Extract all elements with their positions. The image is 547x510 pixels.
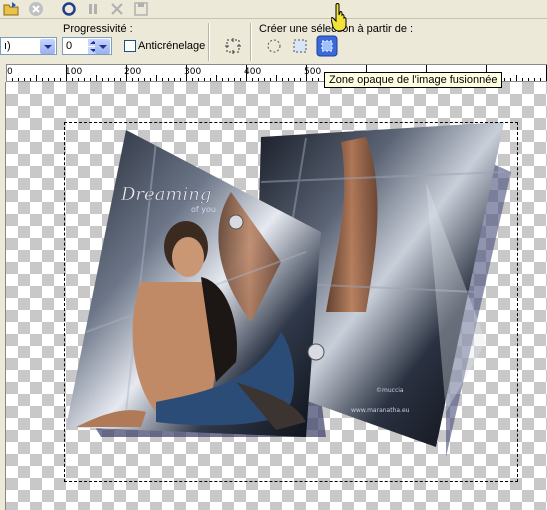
ruler-tick bbox=[72, 78, 73, 81]
ruler-tick bbox=[36, 75, 37, 81]
ruler-tick bbox=[144, 78, 145, 81]
ruler-tick bbox=[318, 78, 319, 81]
ruler-corner bbox=[0, 64, 7, 82]
ruler-tick bbox=[60, 78, 61, 81]
ruler-tick bbox=[126, 65, 127, 81]
ruler-tick bbox=[204, 78, 205, 81]
mask-selection-icon[interactable] bbox=[290, 36, 310, 56]
ruler-tick bbox=[102, 78, 103, 81]
ruler-tick bbox=[288, 78, 289, 81]
ruler-tick bbox=[276, 75, 277, 81]
ruler-tick bbox=[270, 78, 271, 81]
ruler-tick bbox=[198, 78, 199, 81]
progressivity-label: Progressivité : bbox=[63, 23, 133, 35]
ruler-tick bbox=[192, 78, 193, 81]
mode-combo[interactable]: ı) bbox=[0, 37, 57, 55]
antialias-checkbox[interactable] bbox=[124, 40, 136, 52]
ruler-tick bbox=[90, 78, 91, 81]
ruler-tick bbox=[228, 78, 229, 81]
open-folder-icon[interactable] bbox=[3, 1, 19, 17]
select-all-icon[interactable] bbox=[223, 36, 243, 56]
hand-pointer-icon bbox=[331, 3, 347, 32]
ruler-tick bbox=[84, 78, 85, 81]
ruler-tick bbox=[156, 75, 157, 81]
pause-icon[interactable] bbox=[85, 1, 101, 17]
ruler-tick bbox=[528, 78, 529, 81]
ruler-tick bbox=[66, 65, 67, 81]
ruler-tick bbox=[54, 78, 55, 81]
ruler-tick bbox=[210, 78, 211, 81]
ruler-tick bbox=[522, 78, 523, 81]
ruler-tick bbox=[516, 75, 517, 81]
antialias-label: Anticrénelage bbox=[138, 40, 206, 52]
mode-combo-value: ı) bbox=[4, 40, 11, 52]
layer-opaque-selection-icon[interactable] bbox=[264, 36, 284, 56]
script-toolbar bbox=[0, 0, 547, 19]
chevron-down-icon[interactable] bbox=[95, 39, 110, 54]
ruler-tick bbox=[222, 78, 223, 81]
ruler-tick bbox=[108, 78, 109, 81]
selection-marquee bbox=[64, 122, 518, 482]
ruler-tick bbox=[300, 78, 301, 81]
save-disk-icon[interactable] bbox=[133, 1, 149, 17]
ruler-tick bbox=[186, 65, 187, 81]
ruler-tick bbox=[120, 78, 121, 81]
ruler-tick bbox=[174, 78, 175, 81]
progressivity-field[interactable]: 0 bbox=[62, 37, 112, 55]
ruler-tick bbox=[216, 75, 217, 81]
progressivity-value: 0 bbox=[66, 40, 73, 52]
ruler-tick bbox=[12, 78, 13, 81]
image-canvas[interactable]: Dreaming of you ©muccia www.maranatha.eu bbox=[6, 82, 547, 510]
ruler-tick bbox=[264, 78, 265, 81]
merged-opaque-selection-icon[interactable] bbox=[316, 35, 338, 57]
ruler-tick bbox=[96, 75, 97, 81]
divider bbox=[208, 23, 210, 61]
ruler-tick bbox=[240, 78, 241, 81]
ruler-tick bbox=[138, 78, 139, 81]
ruler-tick bbox=[294, 78, 295, 81]
tooltip: Zone opaque de l'image fusionnée bbox=[324, 72, 503, 88]
ruler-tick bbox=[150, 78, 151, 81]
stop-x-icon[interactable] bbox=[109, 1, 125, 17]
ruler-tick bbox=[162, 78, 163, 81]
ruler-tick bbox=[30, 78, 31, 81]
ruler-label: 0 bbox=[7, 67, 13, 77]
ruler-tick bbox=[168, 78, 169, 81]
divider bbox=[250, 23, 252, 61]
ruler-tick bbox=[306, 65, 307, 81]
ruler-tick bbox=[24, 78, 25, 81]
ruler-tick bbox=[540, 78, 541, 81]
ruler-tick bbox=[180, 78, 181, 81]
cancel-icon[interactable] bbox=[28, 1, 44, 17]
ruler-tick bbox=[234, 78, 235, 81]
ruler-tick bbox=[252, 78, 253, 81]
chevron-down-icon[interactable] bbox=[40, 39, 55, 54]
ruler-tick bbox=[312, 78, 313, 81]
ruler-tick bbox=[282, 78, 283, 81]
ruler-tick bbox=[246, 65, 247, 81]
ruler-label: 100 bbox=[65, 67, 83, 77]
ruler-tick bbox=[48, 78, 49, 81]
ruler-tick bbox=[534, 78, 535, 81]
options-palette: ı) Progressivité : 0 Anticrénelage Créer… bbox=[0, 3, 547, 64]
ruler-tick bbox=[42, 78, 43, 81]
ruler-tick bbox=[132, 78, 133, 81]
ruler-tick bbox=[114, 78, 115, 81]
ruler-tick bbox=[510, 78, 511, 81]
ruler-tick bbox=[504, 78, 505, 81]
record-icon[interactable] bbox=[61, 1, 77, 17]
ruler-tick bbox=[18, 78, 19, 81]
ruler-tick bbox=[258, 78, 259, 81]
ruler-tick bbox=[78, 78, 79, 81]
